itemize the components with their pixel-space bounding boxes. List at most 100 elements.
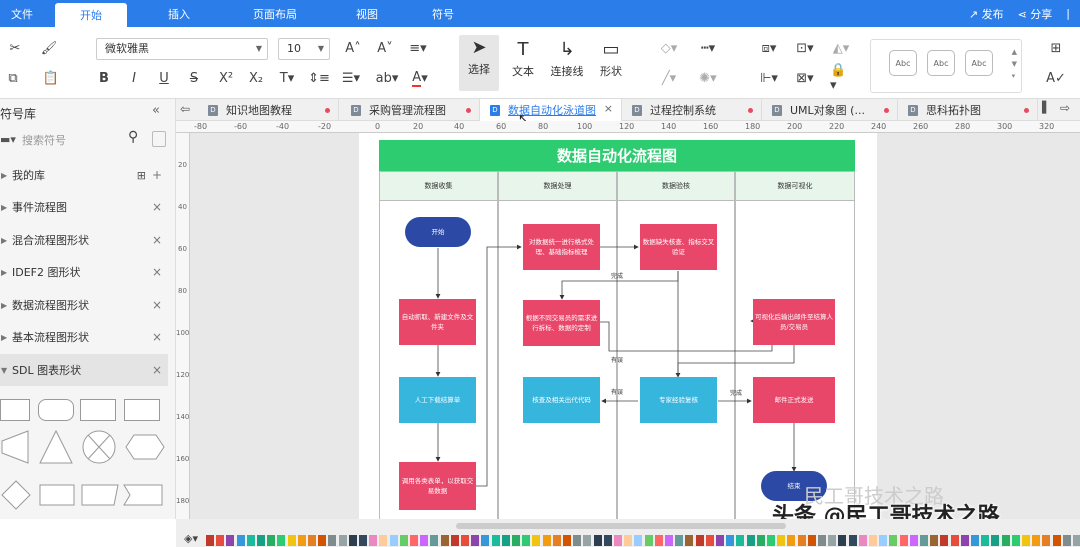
increase-font-icon[interactable]: A˄ (344, 39, 362, 57)
color-swatch[interactable] (654, 535, 663, 546)
color-swatch[interactable] (389, 535, 398, 546)
color-swatch[interactable] (971, 535, 979, 546)
menu-home[interactable]: 开始 (55, 3, 127, 27)
color-swatch[interactable] (767, 535, 775, 546)
library-item[interactable]: ▶ IDEF2 图形状 × (0, 256, 168, 288)
color-swatch[interactable] (267, 535, 276, 546)
list-icon[interactable]: ☰▾ (340, 69, 362, 87)
color-swatch[interactable] (359, 535, 367, 546)
color-swatch[interactable] (940, 535, 949, 546)
tab-uml[interactable]: D UML对象图 (... (762, 99, 898, 121)
color-swatch[interactable] (542, 535, 551, 546)
tab-knowledge-map[interactable]: D 知识地图教程 (202, 99, 339, 121)
close-icon[interactable]: × (152, 233, 162, 247)
close-icon[interactable]: × (152, 298, 162, 312)
close-icon[interactable]: × (152, 363, 162, 377)
process-node[interactable]: 数据缺失核查、指标交叉验证 (640, 224, 717, 270)
color-swatch[interactable] (624, 535, 633, 546)
page[interactable]: 数据自动化流程图 数据收集 数据处理 数据验核 数据可视化 开始 自动抓取、新建… (359, 133, 877, 521)
color-swatch[interactable] (807, 535, 816, 546)
color-swatch[interactable] (450, 535, 459, 546)
color-swatch[interactable] (461, 535, 469, 546)
color-swatch[interactable] (787, 535, 796, 546)
color-swatch[interactable] (818, 535, 826, 546)
library-item[interactable]: ▶ 基本流程图形状 × (0, 321, 168, 353)
font-family-select[interactable]: 微软雅黑 ▼ (96, 38, 268, 60)
library-my[interactable]: ▶ 我的库 ⊞ + (0, 159, 168, 191)
color-swatch[interactable] (838, 535, 847, 546)
color-swatch[interactable] (1032, 535, 1041, 546)
color-swatch[interactable] (563, 535, 571, 546)
menu-symbol[interactable]: 符号 (413, 0, 473, 27)
color-swatch[interactable] (297, 535, 306, 546)
effects-icon[interactable]: ✺▾ (694, 69, 722, 87)
text-highlight-icon[interactable]: ab▾ (374, 69, 400, 87)
library-item-sdl[interactable]: ▼ SDL 图表形状 × (0, 354, 168, 386)
strikethrough-icon[interactable]: S (186, 69, 202, 87)
color-swatch[interactable] (603, 535, 612, 546)
color-swatch[interactable] (348, 535, 357, 546)
color-swatch[interactable] (960, 535, 969, 546)
color-swatch[interactable] (1011, 535, 1020, 546)
color-swatch[interactable] (665, 535, 673, 546)
select-tool[interactable]: ➤ 选择 (459, 35, 499, 91)
menu-insert[interactable]: 插入 (143, 0, 215, 27)
import-icon[interactable]: ⊞ (137, 169, 146, 182)
color-swatch[interactable] (920, 535, 928, 546)
color-swatch[interactable] (777, 535, 786, 546)
copy-icon[interactable]: ⧉ (4, 69, 22, 87)
library-item[interactable]: ▶ 事件流程图 × (0, 191, 168, 223)
color-swatch[interactable] (379, 535, 388, 546)
superscript-icon[interactable]: X² (216, 69, 236, 87)
style-sample[interactable]: Abc (927, 50, 955, 76)
color-swatch[interactable] (756, 535, 765, 546)
color-swatch[interactable] (746, 535, 755, 546)
tab-procurement[interactable]: D 采购管理流程图 (339, 99, 480, 121)
color-swatch[interactable] (369, 535, 378, 546)
style-sample[interactable]: Abc (889, 50, 917, 76)
process-node[interactable]: 调用各类表单，以获取交易数据 (399, 462, 476, 510)
color-swatch[interactable] (277, 535, 286, 546)
process-node[interactable]: 可视化后输出邮件至结算人员/交易员 (753, 299, 835, 345)
color-swatch[interactable] (318, 535, 327, 546)
color-swatch[interactable] (726, 535, 735, 546)
gallery-scroll[interactable]: ▲ ▼ ▾ (1012, 46, 1017, 82)
text-transform-icon[interactable]: T▾ (276, 69, 298, 87)
underline-icon[interactable]: U (156, 69, 172, 87)
color-swatch[interactable] (930, 535, 939, 546)
color-swatch[interactable] (991, 535, 1000, 546)
color-swatch[interactable] (869, 535, 877, 546)
format-painter-icon[interactable]: 🖌 (40, 39, 58, 57)
color-swatch[interactable] (736, 535, 745, 546)
color-swatch[interactable] (308, 535, 316, 546)
color-swatch[interactable] (1022, 535, 1030, 546)
sdl-shape[interactable] (38, 399, 74, 421)
tab-data-automation[interactable]: D 数据自动化泳道图 × (480, 99, 622, 121)
color-swatch[interactable] (1001, 535, 1010, 546)
start-node[interactable]: 开始 (405, 217, 471, 247)
fill-icon[interactable]: ◇▾ (658, 39, 680, 57)
color-swatch[interactable] (848, 535, 857, 546)
color-swatch[interactable] (899, 535, 908, 546)
color-swatch[interactable] (1062, 535, 1071, 546)
color-swatch[interactable] (675, 535, 684, 546)
subscript-icon[interactable]: X₂ (246, 69, 266, 87)
fill-bucket-icon[interactable]: ◈▾ (184, 532, 198, 545)
distribute-icon[interactable]: ⊠▾ (794, 69, 816, 87)
menu-file[interactable]: 文件 (0, 0, 44, 27)
color-swatch[interactable] (206, 535, 214, 546)
process-node[interactable]: 根据不同交易员的需求进行拆标、数据的定制 (523, 300, 600, 346)
sdl-shape[interactable] (124, 399, 160, 421)
tab-cisco[interactable]: D 思科拓扑图 (898, 99, 1038, 121)
add-icon[interactable]: + (152, 168, 162, 182)
color-swatch[interactable] (1042, 535, 1051, 546)
color-swatch[interactable] (685, 535, 694, 546)
color-swatch[interactable] (950, 535, 959, 546)
italic-icon[interactable]: I (126, 69, 142, 87)
arrange-icon[interactable]: ⧈▾ (758, 39, 780, 57)
share-button[interactable]: ⋖ 分享 (1018, 6, 1053, 22)
shape-tool[interactable]: ▭ 形状 (591, 37, 631, 79)
color-swatch[interactable] (328, 535, 337, 546)
align-icon[interactable]: ≡▾ (406, 39, 430, 57)
close-icon[interactable]: × (604, 102, 613, 115)
